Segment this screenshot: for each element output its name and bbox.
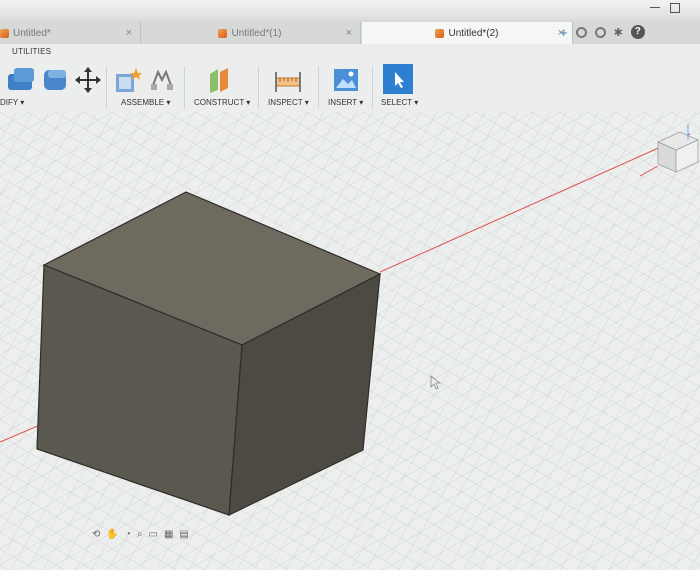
main-toolbar: UTILITIES DIFY ▾ ASSEMBLE ▾ CONSTRUCT ▾	[0, 44, 700, 113]
joint-icon[interactable]	[148, 66, 176, 94]
insert-image-icon[interactable]	[332, 66, 360, 94]
select-menu[interactable]: SELECT ▾	[381, 98, 418, 107]
window-title-strip	[0, 0, 700, 20]
tab-label: Untitled*(1)	[231, 27, 282, 39]
maximize-icon[interactable]	[668, 2, 682, 14]
offset-plane-icon[interactable]	[206, 66, 234, 94]
toolbar-divider	[106, 66, 107, 108]
toolbar-divider	[318, 66, 319, 108]
minimize-icon[interactable]	[648, 2, 662, 14]
select-tool-icon[interactable]	[383, 64, 413, 94]
tab-untitled-1[interactable]: Untitled*(1) ×	[140, 22, 361, 44]
document-cube-icon	[218, 28, 228, 38]
display-settings-icon[interactable]: ▭	[149, 529, 158, 540]
canvas-viewport[interactable]	[0, 112, 700, 570]
assemble-menu[interactable]: ASSEMBLE ▾	[121, 98, 170, 107]
notifications-icon[interactable]	[594, 26, 606, 38]
move-icon[interactable]	[74, 66, 102, 94]
tab-label: Untitled*	[13, 27, 51, 39]
help-icon[interactable]: ?	[630, 25, 645, 39]
new-component-icon[interactable]	[114, 66, 142, 94]
inspect-menu[interactable]: INSPECT ▾	[268, 98, 309, 107]
modify-menu[interactable]: DIFY ▾	[0, 98, 24, 107]
close-icon[interactable]: ×	[346, 27, 352, 39]
tab-untitled[interactable]: Untitled* ×	[0, 22, 141, 44]
viewports-icon[interactable]: ▤	[179, 529, 188, 540]
look-icon[interactable]: ◔	[125, 529, 131, 540]
extensions-icon[interactable]: ✱	[614, 26, 623, 39]
measure-icon[interactable]	[274, 66, 302, 94]
tab-untitled-2[interactable]: Untitled*(2) ×	[362, 22, 573, 44]
new-tab-button[interactable]: +	[560, 25, 568, 40]
insert-menu[interactable]: INSERT ▾	[328, 98, 363, 107]
press-pull-icon[interactable]	[6, 66, 40, 94]
orbit-icon[interactable]: ⟲	[92, 529, 100, 540]
utilities-label: UTILITIES	[12, 47, 52, 56]
close-icon[interactable]: ×	[126, 27, 132, 39]
construct-menu[interactable]: CONSTRUCT ▾	[194, 98, 250, 107]
document-cube-icon	[435, 28, 445, 38]
tab-tools: + ✱ ?	[560, 22, 645, 42]
document-cube-icon	[0, 28, 9, 38]
navigation-bar: ⟲ ✋ ◔ ⌕ ▭ ▦ ▤	[92, 526, 189, 542]
fillet-icon[interactable]	[42, 66, 70, 94]
toolbar-divider	[184, 66, 185, 108]
pan-icon[interactable]: ✋	[106, 529, 118, 540]
tab-label: Untitled*(2)	[448, 27, 499, 39]
zoom-icon[interactable]: ⌕	[137, 529, 143, 540]
canvas-drawing[interactable]	[0, 112, 700, 570]
grid-settings-icon[interactable]: ▦	[164, 529, 173, 540]
toolbar-divider	[372, 66, 373, 108]
job-status-icon[interactable]	[575, 26, 587, 38]
toolbar-divider	[258, 66, 259, 108]
